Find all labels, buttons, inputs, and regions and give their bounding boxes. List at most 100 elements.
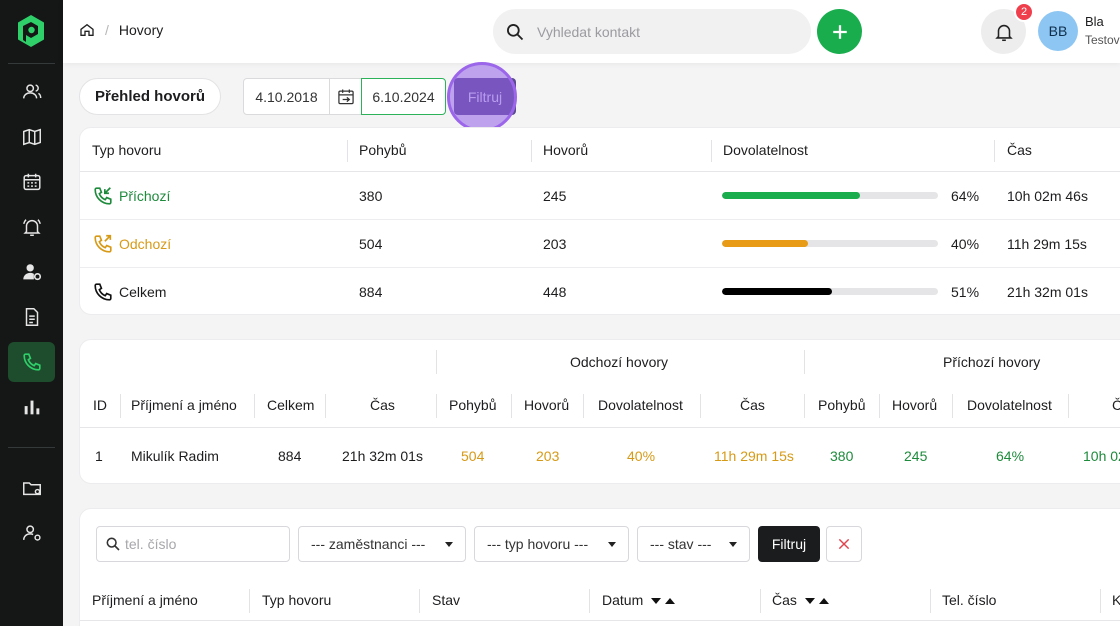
header-reachability: Dovolatelnost bbox=[723, 142, 808, 158]
column-separator bbox=[930, 589, 931, 613]
sidebar-item-contacts[interactable] bbox=[8, 72, 55, 112]
contact-search[interactable] bbox=[493, 9, 811, 54]
table-row[interactable]: Odchozí 504 203 40% 11h 29m 15s bbox=[80, 220, 1120, 268]
user-settings-icon bbox=[22, 525, 41, 541]
search-icon bbox=[106, 537, 120, 551]
calls-value: 245 bbox=[543, 188, 567, 204]
reachability-bar bbox=[722, 240, 938, 247]
bell-icon bbox=[994, 24, 1013, 41]
column-separator bbox=[760, 589, 761, 613]
sort-icon[interactable] bbox=[651, 598, 676, 605]
bar-chart-icon bbox=[24, 400, 39, 415]
sort-icon[interactable] bbox=[804, 598, 829, 605]
sidebar-item-alerts[interactable] bbox=[8, 207, 55, 247]
phone-icon bbox=[94, 283, 112, 301]
table-row[interactable]: 1 Mikulík Radim 884 21h 32m 01s 504 203 … bbox=[80, 429, 1120, 483]
header-k[interactable]: K bbox=[1112, 592, 1120, 608]
header-out-reach: Dovolatelnost bbox=[598, 397, 683, 413]
sidebar-item-calls[interactable] bbox=[8, 342, 55, 382]
status-select[interactable]: --- stav --- bbox=[637, 526, 750, 562]
moves-value: 504 bbox=[359, 236, 383, 252]
phone-number-input[interactable] bbox=[125, 536, 285, 552]
add-button[interactable] bbox=[817, 9, 862, 54]
sidebar-item-user-settings[interactable] bbox=[8, 252, 55, 292]
sort-asc-icon[interactable] bbox=[818, 598, 829, 605]
in-reach: 64% bbox=[996, 448, 1025, 464]
in-moves: 380 bbox=[830, 448, 854, 464]
calendar-icon bbox=[22, 173, 41, 191]
employee-select[interactable]: --- zaměstnanci --- bbox=[298, 526, 466, 562]
app-logo[interactable] bbox=[16, 14, 46, 48]
search-input[interactable] bbox=[537, 23, 777, 40]
reachability-bar-fill bbox=[722, 288, 833, 295]
reachability-value: 51% bbox=[951, 284, 980, 300]
in-calls: 245 bbox=[904, 448, 928, 464]
column-separator bbox=[1068, 394, 1069, 418]
table-row[interactable]: Celkem 884 448 51% 21h 32m 01s bbox=[80, 268, 1120, 314]
header-in-calls: Hovorů bbox=[892, 397, 938, 413]
user-name[interactable]: Bla bbox=[1085, 14, 1104, 29]
topbar: / Hovory 2 BB Bla Testov bbox=[63, 0, 1120, 63]
group-header-outgoing: Odchozí hovory bbox=[570, 354, 669, 370]
column-separator bbox=[879, 394, 880, 418]
sort-desc-icon[interactable] bbox=[804, 598, 815, 605]
chevron-down-icon bbox=[608, 541, 616, 547]
column-separator bbox=[436, 394, 437, 418]
header-date[interactable]: Datum bbox=[602, 592, 676, 608]
header-phone[interactable]: Tel. číslo bbox=[942, 592, 996, 608]
sort-asc-icon[interactable] bbox=[665, 598, 676, 605]
sidebar-item-calendar[interactable] bbox=[8, 162, 55, 202]
home-icon[interactable] bbox=[79, 22, 95, 38]
employee-total: 884 bbox=[278, 448, 302, 464]
employee-name: Mikulík Radim bbox=[131, 448, 219, 464]
header-calls: Hovorů bbox=[543, 142, 589, 158]
sidebar-item-folders[interactable] bbox=[8, 468, 55, 508]
chevron-down-icon bbox=[445, 541, 453, 547]
header-call-type[interactable]: Typ hovoru bbox=[262, 592, 331, 608]
column-separator bbox=[952, 394, 953, 418]
in-time: 10h 02 bbox=[1083, 448, 1120, 464]
breadcrumb-separator: / bbox=[105, 22, 109, 38]
header-name[interactable]: Příjmení a jméno bbox=[92, 592, 198, 608]
header-name: Příjmení a jméno bbox=[131, 397, 237, 413]
out-reach: 40% bbox=[627, 448, 656, 464]
header-total: Celkem bbox=[267, 397, 315, 413]
date-range-toggle[interactable] bbox=[329, 78, 362, 115]
moves-value: 380 bbox=[359, 188, 383, 204]
date-from-field[interactable]: 4.10.2018 bbox=[243, 78, 330, 115]
column-separator bbox=[994, 140, 995, 162]
sidebar-divider bbox=[8, 63, 55, 64]
breadcrumb-current: Hovory bbox=[118, 22, 164, 38]
plus-icon bbox=[832, 24, 847, 39]
user-subtitle: Testov bbox=[1085, 33, 1120, 47]
sort-desc-icon[interactable] bbox=[651, 598, 662, 605]
reachability-bar-fill bbox=[722, 240, 809, 247]
sidebar-item-map[interactable] bbox=[8, 117, 55, 157]
column-separator bbox=[325, 394, 326, 418]
header-status[interactable]: Stav bbox=[432, 592, 460, 608]
call-type-label: Celkem bbox=[119, 284, 167, 300]
header-time[interactable]: Čas bbox=[772, 592, 829, 608]
header-date-label: Datum bbox=[602, 592, 644, 608]
date-to-field[interactable]: 6.10.2024 bbox=[361, 78, 446, 115]
out-time: 11h 29m 15s bbox=[714, 448, 794, 464]
search-icon bbox=[507, 23, 524, 40]
filter-button[interactable]: Filtruj bbox=[454, 78, 516, 115]
column-separator bbox=[700, 394, 701, 418]
phone-icon bbox=[22, 353, 41, 371]
call-type-select[interactable]: --- typ hovoru --- bbox=[474, 526, 629, 562]
out-moves: 504 bbox=[461, 448, 485, 464]
status-select-value: --- stav --- bbox=[650, 536, 712, 552]
phone-search[interactable] bbox=[96, 526, 290, 562]
sidebar-item-statistics[interactable] bbox=[8, 387, 55, 427]
clear-filter-button[interactable] bbox=[826, 526, 862, 562]
header-moves: Pohybů bbox=[359, 142, 407, 158]
column-separator bbox=[804, 394, 805, 418]
avatar[interactable]: BB bbox=[1038, 11, 1078, 51]
list-filter-button[interactable]: Filtruj bbox=[758, 526, 820, 562]
user-gear-icon bbox=[22, 264, 41, 281]
sidebar-item-documents[interactable] bbox=[8, 297, 55, 337]
table-row[interactable]: Příchozí 380 245 64% 10h 02m 46s bbox=[80, 172, 1120, 220]
sidebar bbox=[0, 0, 63, 626]
sidebar-item-admin[interactable] bbox=[8, 513, 55, 553]
